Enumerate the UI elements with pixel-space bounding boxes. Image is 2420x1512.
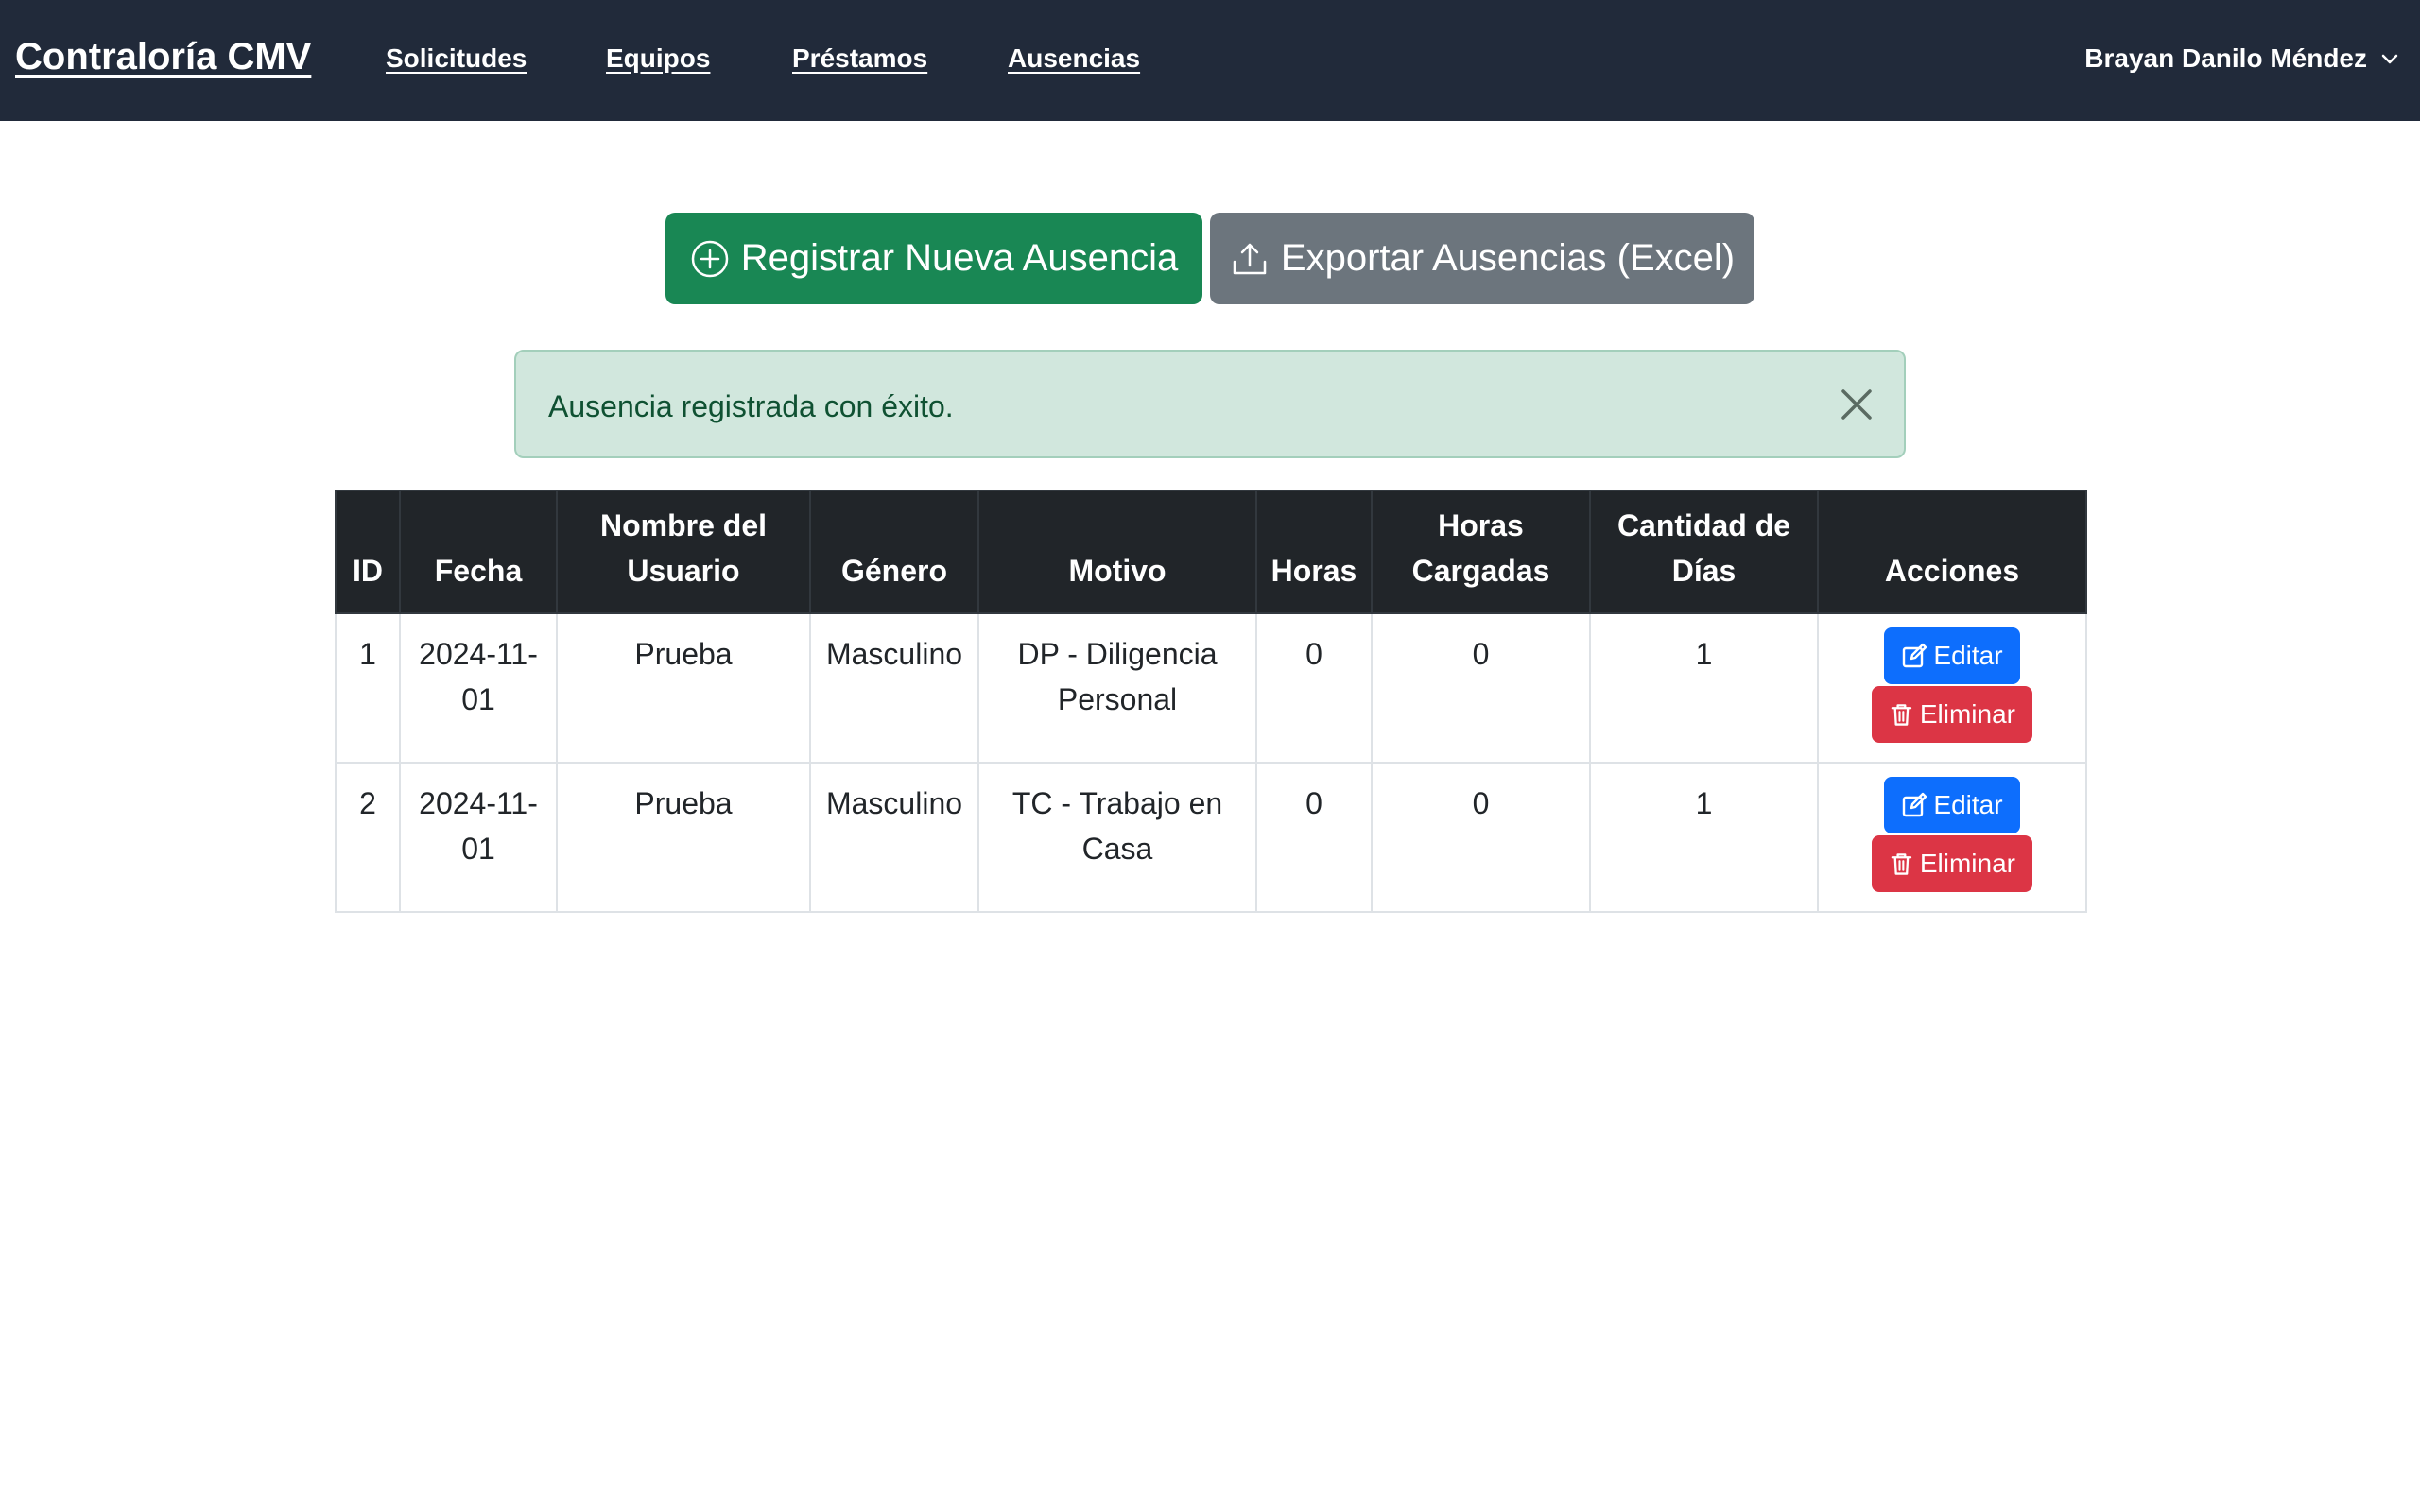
upload-icon (1233, 243, 1267, 274)
header-fecha: Fecha (399, 490, 558, 614)
export-absences-button[interactable]: Exportar Ausencias (Excel) (1210, 213, 1754, 304)
cell-horas-cargadas: 0 (1371, 612, 1591, 764)
table-row: 1 2024-11-01 Prueba Masculino DP - Dilig… (335, 612, 2087, 764)
cell-horas-cargadas: 0 (1371, 762, 1591, 913)
chevron-down-icon (2381, 54, 2398, 64)
cell-dias: 1 (1589, 762, 1819, 913)
header-genero: Género (809, 490, 979, 614)
success-alert: Ausencia registrada con éxito. (514, 350, 1906, 458)
nav-link-prestamos[interactable]: Préstamos (792, 43, 927, 74)
table-header-row: ID Fecha Nombre del Usuario Género Motiv… (335, 490, 2087, 614)
user-menu-dropdown[interactable]: Brayan Danilo Méndez (2084, 43, 2399, 74)
register-absence-label: Registrar Nueva Ausencia (740, 237, 1179, 279)
register-absence-button[interactable]: Registrar Nueva Ausencia (666, 213, 1202, 304)
cell-dias: 1 (1589, 612, 1819, 764)
header-horas-cargadas: Horas Cargadas (1371, 490, 1591, 614)
cell-genero: Masculino (809, 612, 979, 764)
cell-motivo: TC - Trabajo en Casa (977, 762, 1257, 913)
cell-nombre: Prueba (556, 612, 811, 764)
trash-icon (1891, 704, 1912, 726)
header-nombre: Nombre del Usuario (556, 490, 811, 614)
cell-id: 1 (335, 612, 401, 764)
edit-icon (1903, 792, 1927, 817)
close-icon[interactable] (1838, 386, 1876, 423)
top-navbar: Contraloría CMV Solicitudes Equipos Prés… (0, 0, 2420, 121)
plus-circle-icon (691, 240, 729, 277)
header-acciones: Acciones (1817, 490, 2087, 614)
export-absences-label: Exportar Ausencias (Excel) (1280, 237, 1736, 279)
cell-nombre: Prueba (556, 762, 811, 913)
delete-button[interactable]: Eliminar (1872, 835, 2032, 892)
cell-motivo: DP - Diligencia Personal (977, 612, 1257, 764)
nav-link-ausencias[interactable]: Ausencias (1008, 43, 1140, 74)
delete-label: Eliminar (1919, 849, 2015, 878)
header-cantidad-dias: Cantidad de Días (1589, 490, 1819, 614)
trash-icon (1891, 853, 1912, 875)
delete-button[interactable]: Eliminar (1872, 686, 2032, 743)
header-id: ID (335, 490, 401, 614)
cell-fecha: 2024-11-01 (399, 762, 558, 913)
header-horas: Horas (1255, 490, 1373, 614)
header-motivo: Motivo (977, 490, 1257, 614)
brand-link[interactable]: Contraloría CMV (15, 36, 311, 78)
delete-label: Eliminar (1919, 699, 2015, 729)
cell-acciones: Editar Eliminar (1817, 762, 2087, 913)
nav-link-equipos[interactable]: Equipos (606, 43, 710, 74)
cell-acciones: Editar Eliminar (1817, 612, 2087, 764)
cell-genero: Masculino (809, 762, 979, 913)
cell-horas: 0 (1255, 612, 1373, 764)
cell-horas: 0 (1255, 762, 1373, 913)
edit-icon (1903, 643, 1927, 668)
edit-label: Editar (1933, 641, 2003, 670)
nav-link-solicitudes[interactable]: Solicitudes (386, 43, 527, 74)
absences-table: ID Fecha Nombre del Usuario Género Motiv… (335, 490, 2087, 913)
alert-message: Ausencia registrada con éxito. (548, 389, 954, 423)
cell-id: 2 (335, 762, 401, 913)
edit-button[interactable]: Editar (1884, 777, 2020, 833)
user-name: Brayan Danilo Méndez (2084, 43, 2367, 73)
table-row: 2 2024-11-01 Prueba Masculino TC - Traba… (335, 762, 2087, 913)
edit-button[interactable]: Editar (1884, 627, 2020, 684)
edit-label: Editar (1933, 790, 2003, 819)
cell-fecha: 2024-11-01 (399, 612, 558, 764)
